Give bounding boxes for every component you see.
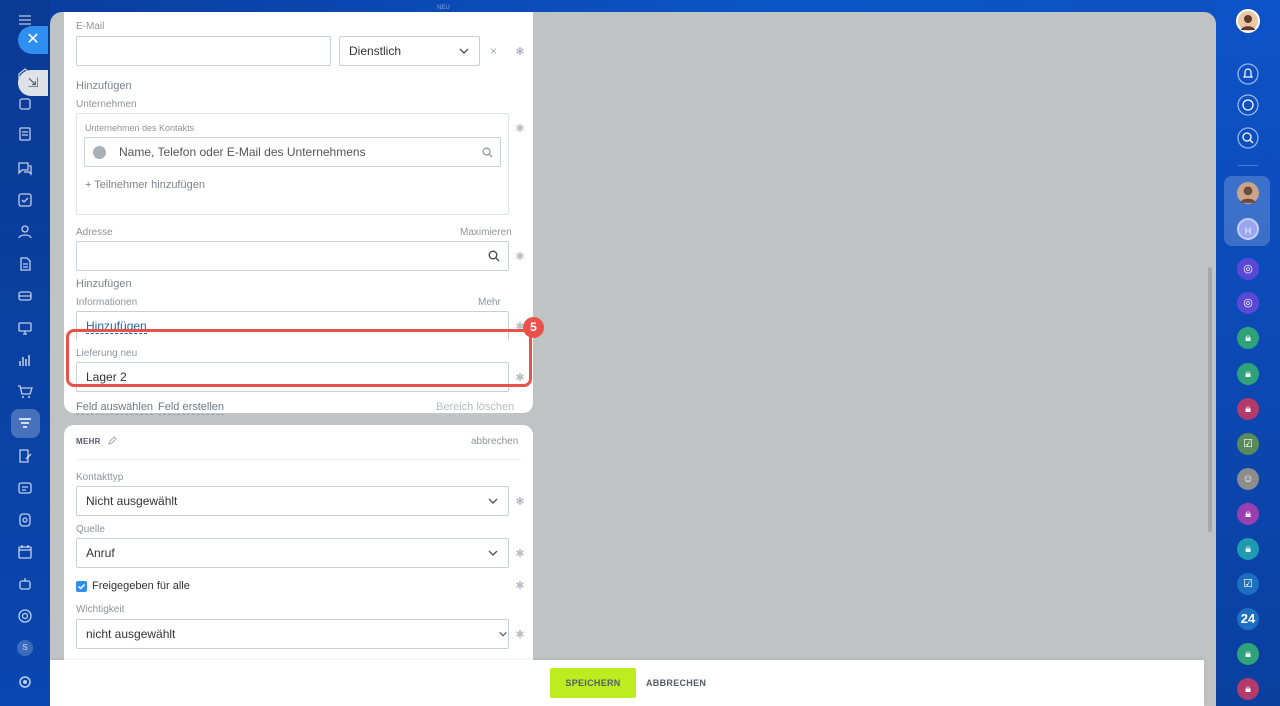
chevron-down-icon [499,631,507,637]
bell-icon[interactable] [1237,63,1259,85]
goal-icon[interactable] [17,608,33,624]
minimize-slider-button[interactable]: ⇲ [18,70,48,96]
gear-icon[interactable]: ✱ [514,251,526,263]
divider [76,459,521,460]
documents-icon[interactable] [17,256,33,272]
create-field-link[interactable]: Feld erstellen [158,401,225,415]
company-icon [93,146,106,159]
email-type-select[interactable]: Dienstlich [339,36,480,66]
gear-icon[interactable]: ✱ [514,548,526,560]
contacts-icon[interactable] [17,224,33,240]
chat-avatar-initial[interactable]: H [1237,218,1259,240]
robot-avatar[interactable]: ☺ [1237,468,1259,490]
scrollbar[interactable] [1208,267,1212,532]
address-maximize-link[interactable]: Maximieren [460,227,512,238]
settings-gear-icon[interactable] [17,674,33,690]
pencil-icon[interactable] [108,436,117,445]
lock-icon[interactable]: 🔒︎ [1237,398,1259,420]
search-icon[interactable] [488,250,500,262]
importance-label: Wichtigkeit [76,604,125,615]
shared-checkbox[interactable] [76,581,87,592]
more-section-title: MEHR [76,437,101,446]
search-chat-icon[interactable] [1237,127,1259,149]
more-section-cancel-link[interactable]: abbrechen [471,436,518,447]
remove-email-icon[interactable]: × [490,44,497,58]
presentation-icon[interactable] [17,320,33,336]
shop-cart-icon[interactable] [17,384,33,400]
id-card-icon[interactable] [17,480,33,496]
user-avatar[interactable] [1236,9,1260,33]
filter-icon[interactable] [17,416,33,432]
footer-bar: SPEICHERN ABBRECHEN [50,660,1204,706]
gear-icon[interactable]: ✱ [514,46,526,58]
address-add-link[interactable]: Hinzufügen [76,278,132,290]
cancel-button[interactable]: ABBRECHEN [646,668,706,698]
lock-icon[interactable]: 🔒︎ [1237,503,1259,525]
email-add-link[interactable]: Hinzufügen [76,80,132,92]
top-hint: NEU [437,5,450,11]
email-input[interactable] [76,36,331,66]
chevron-down-icon [459,48,469,54]
save-button[interactable]: SPEICHERN [550,668,636,698]
source-select[interactable]: Anruf [76,538,509,568]
analytics-icon[interactable] [17,352,33,368]
company-box-label: Unternehmen des Kontakts [85,123,195,133]
delivery-highlight-frame [66,329,532,387]
search-icon[interactable] [482,147,493,158]
user-status-icon[interactable]: S [17,640,33,656]
gear-icon[interactable]: ✱ [514,123,526,135]
source-label: Quelle [76,524,105,535]
puzzle-icon[interactable] [17,96,33,112]
box-icon[interactable] [17,512,33,528]
importance-select[interactable]: nicht ausgewählt [76,619,509,649]
email-label: E-Mail [76,21,105,32]
copilot-icon[interactable] [1237,94,1259,116]
select-field-link[interactable]: Feld auswählen [76,401,154,415]
gear-icon[interactable]: ✱ [514,629,526,641]
robot-icon[interactable] [17,576,33,592]
company-section-label: Unternehmen [76,99,137,110]
bitrix24-counter[interactable]: 24 [1237,608,1259,630]
gear-icon[interactable]: ✱ [514,580,526,592]
info-label: Informationen [76,297,138,308]
shared-label: Freigegeben für alle [92,580,190,592]
company-search-field[interactable]: Name, Telefon oder E-Mail des Unternehme… [84,137,501,167]
lock-icon[interactable]: 🔒︎ [1237,538,1259,560]
divider [1238,165,1258,166]
check-icon [77,583,86,590]
delete-section-link[interactable]: Bereich löschen [436,401,515,415]
feed-icon[interactable] [17,126,33,142]
step-badge: 5 [523,317,544,338]
copilot-chat-icon[interactable]: ◎ [1237,258,1259,280]
right-sidebar: H ◎ ◎ 🔒︎ 🔒︎ 🔒︎ ☑ ☺ 🔒︎ 🔒︎ ☑ 24 🔒︎ 🔒︎ [1216,0,1280,706]
lock-icon[interactable]: 🔒︎ [1237,363,1259,385]
chevron-down-icon [488,550,498,556]
address-input[interactable] [76,241,509,271]
calendar-icon[interactable] [17,544,33,560]
gear-icon[interactable]: ✱ [514,496,526,508]
add-participant-link[interactable]: + Teilnehmer hinzufügen [85,179,205,191]
chevron-down-icon [488,498,498,504]
lock-icon[interactable]: 🔒︎ [1237,678,1259,700]
contact-type-select[interactable]: Nicht ausgewählt [76,486,509,516]
contact-type-label: Kontakttyp [76,472,124,483]
crm-icon[interactable] [17,288,33,304]
chat-avatar[interactable] [1237,182,1259,204]
info-more-link[interactable]: Mehr [478,297,501,308]
company-box: Unternehmen des Kontakts Name, Telefon o… [76,113,509,215]
task-chat-icon[interactable]: ☑ [1237,573,1259,595]
tasks-icon[interactable] [17,192,33,208]
copilot-chat-icon[interactable]: ◎ [1237,292,1259,314]
close-slider-button[interactable]: ✕ [18,26,48,54]
chat-icon[interactable] [17,160,33,176]
task-chat-icon[interactable]: ☑ [1237,433,1259,455]
lock-icon[interactable]: 🔒︎ [1237,327,1259,349]
address-label: Adresse [76,227,113,238]
left-sidebar: S [0,0,50,706]
sign-icon[interactable] [17,448,33,464]
lock-icon[interactable]: 🔒︎ [1237,643,1259,665]
company-search-placeholder: Name, Telefon oder E-Mail des Unternehme… [119,145,366,159]
